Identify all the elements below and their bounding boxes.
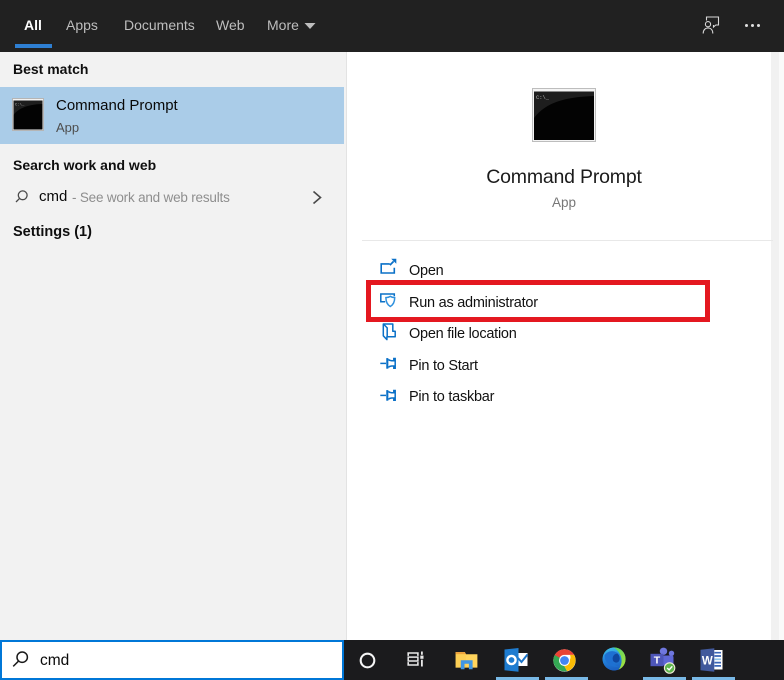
svg-text:W: W <box>702 656 713 668</box>
svg-text:C:\_: C:\_ <box>15 103 25 108</box>
svg-text:T: T <box>654 655 661 667</box>
svg-text:C:\_: C:\_ <box>536 95 550 101</box>
